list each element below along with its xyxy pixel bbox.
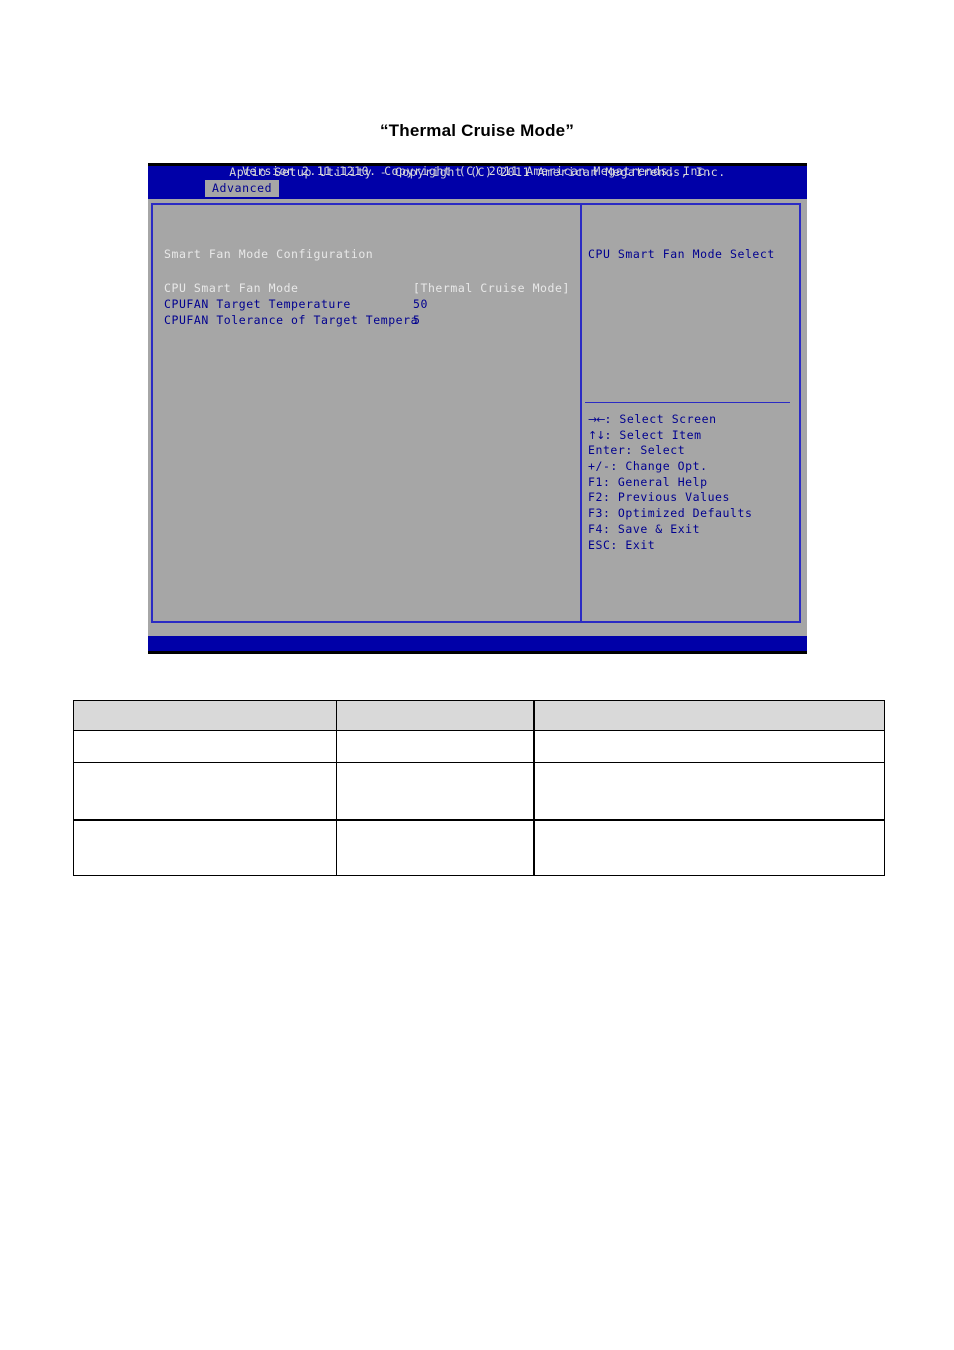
legend-item-select-screen: →←: Select Screen xyxy=(588,412,803,428)
left-right-arrow-icon: →← xyxy=(588,413,605,426)
settings-panel: Smart Fan Mode Configuration CPU Smart F… xyxy=(164,247,584,329)
legend-item-select-item: ↑↓: Select Item xyxy=(588,428,803,444)
legend-item-label: : Select xyxy=(625,443,686,458)
legend-item-key: F1 xyxy=(588,474,603,489)
legend-item-exit: ESC: Exit xyxy=(588,538,803,554)
help-separator xyxy=(585,402,790,403)
legend-item-key: +/- xyxy=(588,459,611,474)
setting-row-cpufan-tolerance-of-target-temperature[interactable]: CPUFAN Tolerance of Target Tempera 5 xyxy=(164,313,584,329)
bios-body: Smart Fan Mode Configuration CPU Smart F… xyxy=(148,199,807,631)
table-cell xyxy=(336,819,535,876)
setting-label: CPUFAN Target Temperature xyxy=(164,297,351,311)
legend-item-optimized-defaults: F3: Optimized Defaults xyxy=(588,506,803,522)
table-row xyxy=(73,730,885,763)
table-row xyxy=(73,819,885,876)
table-cell xyxy=(73,819,337,876)
description-table xyxy=(73,700,885,876)
setting-value[interactable]: [Thermal Cruise Mode] xyxy=(413,281,570,295)
table-cell xyxy=(533,762,885,821)
table-cell xyxy=(533,730,885,763)
legend-item-previous-values: F2: Previous Values xyxy=(588,490,803,506)
section-title: Smart Fan Mode Configuration xyxy=(164,247,374,261)
legend-item-label: : Select Screen xyxy=(604,412,717,426)
table-cell xyxy=(73,730,337,763)
page-title: “Thermal Cruise Mode” xyxy=(379,121,575,140)
table-header-cell xyxy=(73,700,337,731)
setting-value[interactable]: 5 xyxy=(413,313,420,327)
legend-item-label: : General Help xyxy=(602,474,708,489)
table-row xyxy=(73,762,885,821)
legend-item-key: F4 xyxy=(588,521,603,536)
legend-item-key: F3 xyxy=(588,506,603,521)
legend-item-key: F2 xyxy=(588,490,603,505)
bios-footer-bar xyxy=(148,636,807,651)
legend-item-label: : Previous Values xyxy=(602,490,731,505)
table-cell xyxy=(336,762,535,821)
tab-advanced[interactable]: Advanced xyxy=(205,180,280,197)
legend-item-label: : Select Item xyxy=(604,427,702,442)
table-cell xyxy=(73,762,337,821)
bios-screenshot: Aptio Setup Utility - Copyright (C) 2011… xyxy=(148,163,807,654)
table-cell xyxy=(533,819,885,876)
table-cell xyxy=(336,730,535,763)
legend-item-key: Enter xyxy=(588,443,626,458)
bios-version-text: Version 2.11.1210. Copyright (C) 2011 Am… xyxy=(242,164,713,178)
bottom-black-strip xyxy=(148,651,807,654)
legend-item-save-and-exit: F4: Save & Exit xyxy=(588,522,803,538)
setting-label: CPUFAN Tolerance of Target Tempera xyxy=(164,313,419,327)
setting-row-cpu-smart-fan-mode[interactable]: CPU Smart Fan Mode [Thermal Cruise Mode] xyxy=(164,281,584,297)
legend-item-label: : Exit xyxy=(610,537,656,552)
help-title: CPU Smart Fan Mode Select xyxy=(588,247,775,261)
up-down-arrow-icon: ↑↓ xyxy=(588,428,605,442)
legend-item-enter-select: Enter: Select xyxy=(588,443,803,459)
legend-item-change-opt: +/-: Change Opt. xyxy=(588,459,803,475)
setting-row-cpufan-target-temperature[interactable]: CPUFAN Target Temperature 50 xyxy=(164,297,584,313)
legend-item-key: ESC xyxy=(588,537,611,552)
help-panel: CPU Smart Fan Mode Select xyxy=(588,247,798,261)
legend-item-label: : Save & Exit xyxy=(602,521,701,536)
setting-label: CPU Smart Fan Mode xyxy=(164,281,299,295)
setting-value[interactable]: 50 xyxy=(413,297,428,311)
key-legend: →←: Select Screen ↑↓: Select Item Enter:… xyxy=(588,412,803,553)
legend-item-general-help: F1: General Help xyxy=(588,475,803,491)
legend-item-label: : Optimized Defaults xyxy=(602,506,753,521)
table-header-row xyxy=(73,700,885,731)
table-header-cell xyxy=(533,700,885,731)
table-header-cell xyxy=(336,700,535,731)
legend-item-label: : Change Opt. xyxy=(610,459,708,474)
